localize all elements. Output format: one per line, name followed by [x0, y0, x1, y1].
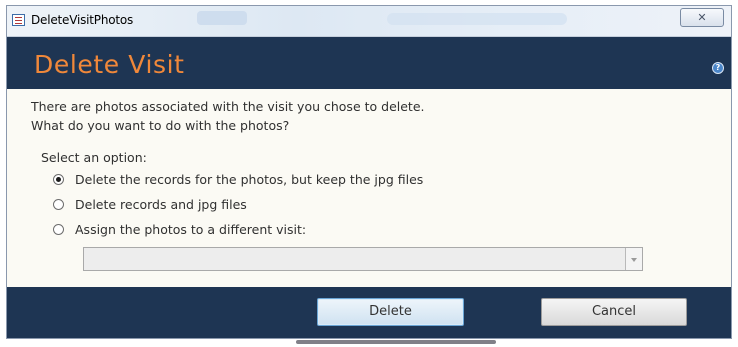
options-label: Select an option: — [41, 150, 147, 165]
window-title: DeleteVisitPhotos — [31, 13, 134, 27]
chevron-down-icon[interactable] — [625, 248, 642, 270]
access-form-icon — [12, 14, 25, 26]
close-button[interactable]: ✕ — [680, 8, 724, 27]
option-label[interactable]: Delete the records for the photos, but k… — [75, 172, 423, 187]
background-window-edge — [296, 340, 496, 344]
visit-select[interactable] — [83, 247, 643, 271]
message-line-2: What do you want to do with the photos? — [31, 118, 290, 133]
cancel-button[interactable]: Cancel — [541, 298, 687, 326]
background-blur — [197, 11, 247, 25]
radio-button[interactable] — [53, 174, 64, 185]
radio-button[interactable] — [53, 224, 64, 235]
background-blur — [387, 13, 567, 25]
delete-button[interactable]: Delete — [317, 298, 464, 326]
option-label[interactable]: Delete records and jpg files — [75, 197, 247, 212]
message-line-1: There are photos associated with the vis… — [31, 99, 425, 114]
dialog-window: DeleteVisitPhotos ✕ Delete Visit ? There… — [6, 5, 732, 339]
close-icon: ✕ — [697, 11, 707, 24]
title-bar[interactable]: DeleteVisitPhotos ✕ — [7, 6, 731, 37]
dialog-header: Delete Visit ? — [7, 37, 731, 89]
radio-button[interactable] — [53, 199, 64, 210]
help-icon[interactable]: ? — [712, 62, 724, 74]
page-title: Delete Visit — [34, 50, 185, 79]
option-label[interactable]: Assign the photos to a different visit: — [75, 222, 306, 237]
